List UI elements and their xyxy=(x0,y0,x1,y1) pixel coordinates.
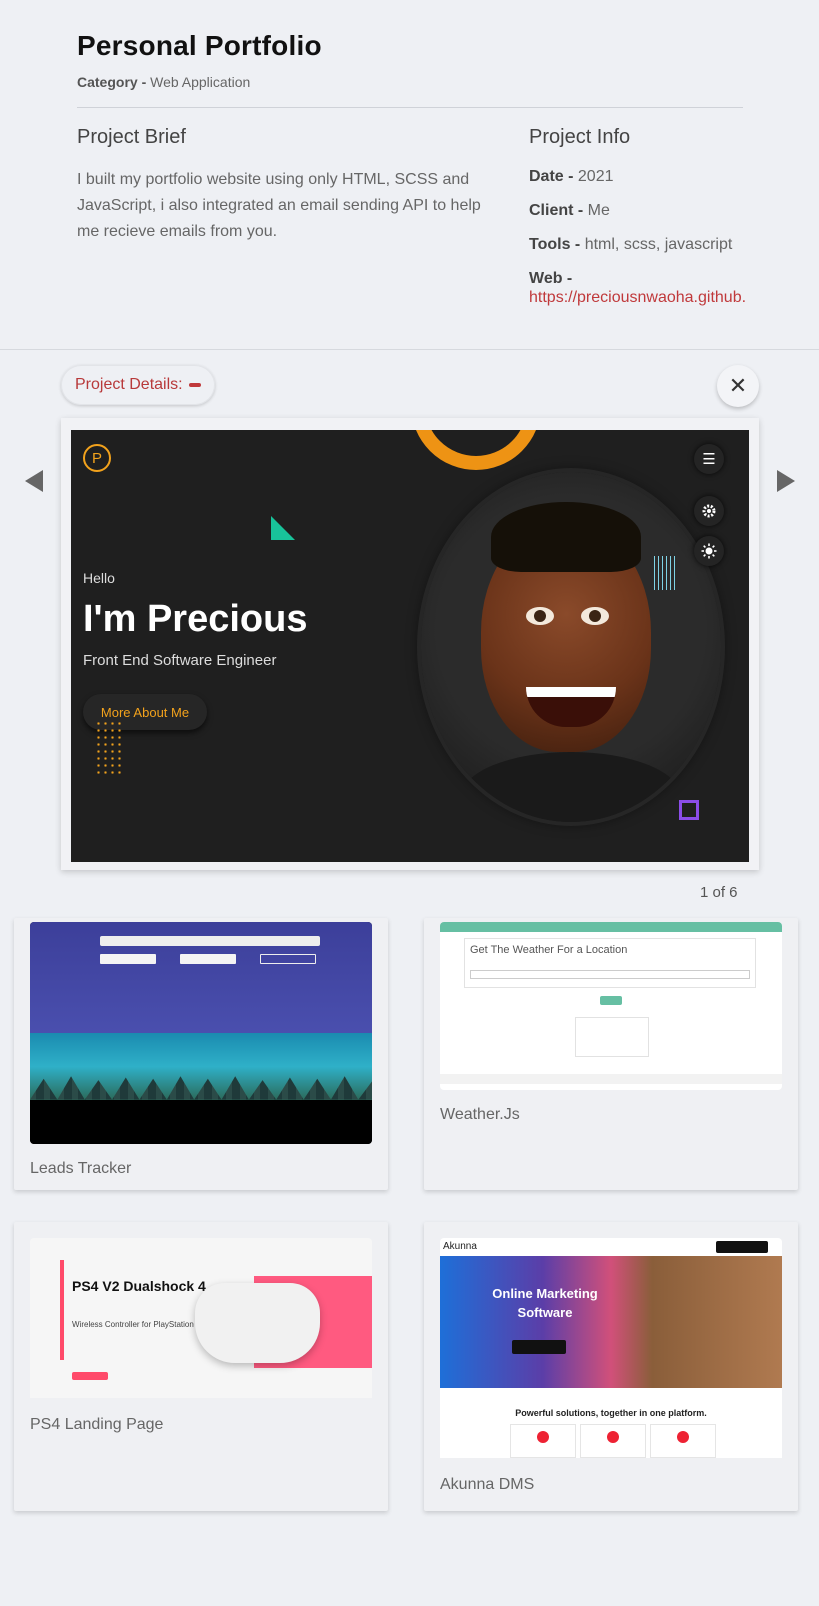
slide-role: Front End Software Engineer xyxy=(83,652,277,669)
thumb-heading: Get The Weather For a Location xyxy=(470,944,628,956)
project-card-akunna-dms[interactable]: Akunna Online Marketing Software Powerfu… xyxy=(424,1222,798,1511)
project-card-weather-js[interactable]: Get The Weather For a Location Weather.J… xyxy=(424,918,798,1190)
stripes-decoration xyxy=(654,556,678,590)
section-divider xyxy=(0,349,819,350)
thumb-logo: Akunna xyxy=(443,1241,477,1252)
date-value: 2021 xyxy=(577,168,614,185)
leads-tracker-thumbnail xyxy=(30,922,372,1144)
tools-label: Tools - xyxy=(529,236,581,253)
close-icon: ✕ xyxy=(728,373,748,398)
slide-image-portfolio: P Hello I'm Precious Front End Software … xyxy=(71,430,749,862)
thumb-dark-area xyxy=(30,1099,372,1144)
header-divider xyxy=(77,107,743,108)
prev-slide-arrow-icon[interactable] xyxy=(25,470,43,492)
project-card-leads-tracker[interactable]: Leads Tracker xyxy=(14,918,388,1190)
portfolio-logo: P xyxy=(83,444,111,472)
thumb-footer xyxy=(440,1074,782,1084)
thumb-tile-social xyxy=(650,1424,716,1458)
category-label: Category - xyxy=(77,74,147,90)
weather-js-thumbnail: Get The Weather For a Location xyxy=(440,922,782,1090)
thumb-accent-bar xyxy=(60,1260,64,1360)
dots-decoration xyxy=(95,720,123,774)
info-date: Date - 2021 xyxy=(529,167,761,186)
thumb-popup-area xyxy=(30,922,372,1033)
thumb-hero: Online Marketing Software xyxy=(440,1256,782,1388)
minus-icon xyxy=(188,383,201,387)
ps4-landing-thumbnail: PS4 V2 Dualshock 4 Wireless Controller f… xyxy=(30,1238,372,1402)
brief-text: I built my portfolio website using only … xyxy=(77,171,481,240)
close-button[interactable]: ✕ xyxy=(717,365,759,407)
thumb-header-bar xyxy=(440,922,782,932)
square-decoration xyxy=(679,800,699,820)
tools-value: html, scss, javascript xyxy=(584,236,733,253)
akunna-dms-thumbnail: Akunna Online Marketing Software Powerfu… xyxy=(440,1238,782,1462)
controller-image xyxy=(195,1283,320,1363)
next-slide-arrow-icon[interactable] xyxy=(777,470,795,492)
thumb-submit xyxy=(600,996,622,1005)
thumb-delete-all xyxy=(260,954,316,964)
thumb-nav: Akunna xyxy=(440,1238,782,1256)
project-card-ps4-landing[interactable]: PS4 V2 Dualshock 4 Wireless Controller f… xyxy=(14,1222,388,1511)
thumb-page: PS4 V2 Dualshock 4 Wireless Controller f… xyxy=(30,1238,372,1398)
avatar-portrait xyxy=(421,472,721,822)
avatar-hair xyxy=(491,502,641,572)
thumb-trees xyxy=(30,1076,372,1100)
mail-icon xyxy=(537,1431,549,1443)
hamburger-menu-icon: ☰ xyxy=(694,444,724,474)
web-label: Web - xyxy=(529,270,573,287)
thumb-buy-button xyxy=(72,1372,108,1380)
slide-counter: 1 of 6 xyxy=(700,884,738,901)
thumb-hero-text: Online Marketing Software xyxy=(492,1286,598,1320)
info-tools: Tools - html, scss, javascript xyxy=(529,235,761,254)
brief-heading: Project Brief xyxy=(77,126,186,148)
avatar-eye-left xyxy=(526,607,554,625)
gear-icon xyxy=(694,496,724,526)
project-name[interactable]: PS4 Landing Page xyxy=(30,1416,163,1434)
thumb-body: Get The Weather For a Location xyxy=(440,932,782,1084)
thumb-input xyxy=(470,970,750,979)
thumb-save-tab xyxy=(180,954,236,964)
project-info: Project Info Date - 2021 Client - Me Too… xyxy=(529,126,761,307)
avatar-shirt xyxy=(461,752,681,822)
thumb-page: Akunna Online Marketing Software Powerfu… xyxy=(440,1238,782,1458)
info-heading: Project Info xyxy=(529,126,631,148)
orange-ring-decoration xyxy=(411,430,541,470)
project-details-label: Project Details: xyxy=(75,376,183,393)
project-brief: Project Brief I built my portfolio websi… xyxy=(77,126,497,245)
project-name[interactable]: Leads Tracker xyxy=(30,1160,131,1178)
thumb-tile-email xyxy=(510,1424,576,1458)
thumb-save-input xyxy=(100,954,156,964)
project-category: Category - Web Application xyxy=(77,74,743,90)
thumb-input xyxy=(100,936,320,946)
web-link[interactable]: https://preciousnwaoha.github. xyxy=(529,288,761,307)
thumb-hero-button xyxy=(512,1340,566,1354)
triangle-decoration xyxy=(271,516,295,540)
info-web: Web - https://preciousnwaoha.github. xyxy=(529,269,761,307)
project-header: Personal Portfolio Category - Web Applic… xyxy=(77,30,743,90)
slide-card: P Hello I'm Precious Front End Software … xyxy=(61,418,759,870)
thumb-result xyxy=(575,1017,649,1057)
project-title: Personal Portfolio xyxy=(77,30,322,61)
thumb-tile-seo xyxy=(580,1424,646,1458)
category-value: Web Application xyxy=(150,74,251,90)
client-label: Client - xyxy=(529,202,584,219)
avatar-eye-right xyxy=(581,607,609,625)
search-icon xyxy=(607,1431,619,1443)
project-details-toggle[interactable]: Project Details: xyxy=(61,365,215,405)
thumb-landscape xyxy=(30,1033,372,1100)
slide-hello: Hello xyxy=(83,570,115,586)
info-client: Client - Me xyxy=(529,201,761,220)
thumb-get-started xyxy=(716,1241,768,1253)
sun-icon xyxy=(694,536,724,566)
facebook-icon xyxy=(677,1431,689,1443)
thumb-subtitle: Wireless Controller for PlayStation 4 xyxy=(72,1320,201,1329)
client-value: Me xyxy=(587,202,610,219)
project-name[interactable]: Akunna DMS xyxy=(440,1476,534,1494)
date-label: Date - xyxy=(529,168,574,185)
thumb-title: PS4 V2 Dualshock 4 xyxy=(72,1278,206,1294)
project-name[interactable]: Weather.Js xyxy=(440,1106,520,1124)
thumb-tagline: Powerful solutions, together in one plat… xyxy=(515,1408,707,1418)
slide-headline: I'm Precious xyxy=(83,598,308,640)
